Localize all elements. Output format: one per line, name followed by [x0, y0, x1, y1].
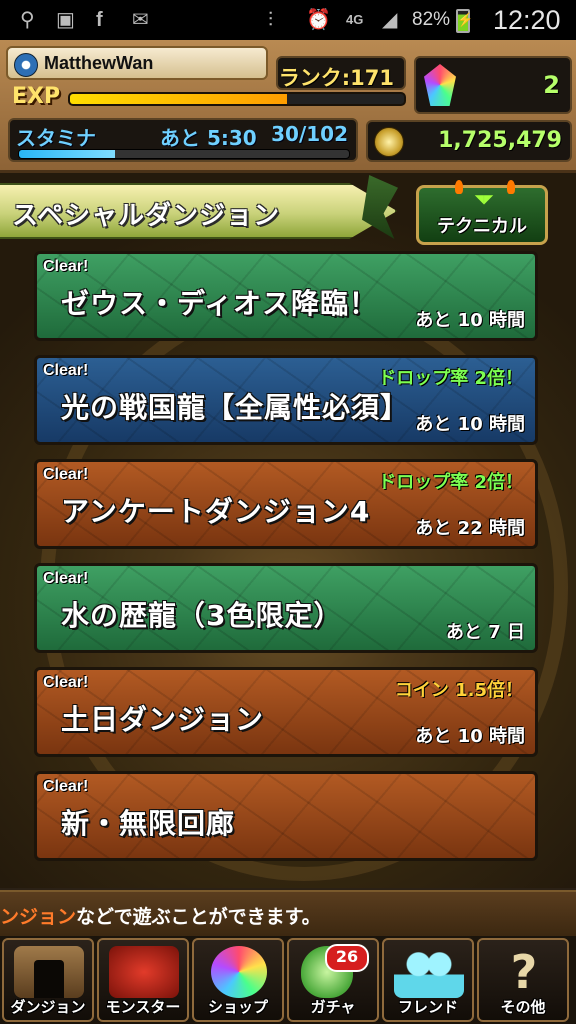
dungeon-name: 光の戦国龍【全属性必須】 [61, 391, 410, 424]
dungeon-remaining-time: あと 10 時間 [415, 310, 525, 331]
exp-label: EXP [12, 84, 61, 109]
nav-label: フレンド [397, 998, 458, 1016]
dungeon-name: 水の歴龍（3色限定） [61, 599, 343, 632]
dungeon-remaining-time: あと 22 時間 [415, 518, 525, 539]
exp-bar [68, 92, 406, 106]
avatar-icon [14, 53, 38, 77]
dungeon-remaining-time: あと 10 時間 [415, 414, 525, 435]
dungeon-item[interactable]: Clear! ドロップ率 2倍！ 光の戦国龍【全属性必須】 あと 10 時間 [34, 355, 538, 445]
stamina-panel: スタミナ あと 5:30 30/102 [8, 118, 358, 162]
coin-panel: 1,725,479 [366, 120, 572, 162]
section-title-banner: スペシャルダンジョン [0, 183, 397, 239]
nav-gacha-button[interactable]: 26 ガチャ [287, 938, 379, 1022]
nav-label: ガチャ [310, 998, 356, 1016]
bottom-nav: ダンジョン モンスター ショップ 26 ガチャ フレンド ? その他 [0, 936, 576, 1024]
vibrate-icon: ⫶ [268, 9, 273, 31]
rank-panel: ランク:171 [276, 56, 406, 90]
dungeon-name: 土日ダンジョン [61, 703, 265, 736]
dungeon-item[interactable]: Clear! 水の歴龍（3色限定） あと 7 日 [34, 563, 538, 653]
status-bar: ⚲ ▣ f ✉ ⫶ ⏰ 4G ◢ 82% 12:20 [0, 0, 576, 40]
nav-monster-button[interactable]: モンスター [97, 938, 189, 1022]
dungeon-item[interactable]: Clear! 新・無限回廊 [34, 771, 538, 861]
coin-icon [374, 127, 404, 157]
dungeon-remaining-time: あと 7 日 [445, 622, 525, 643]
stamina-bar-fill [19, 150, 115, 158]
image-icon: ▣ [56, 9, 75, 31]
usb-icon: ⚲ [20, 9, 35, 31]
dragon-icon [362, 175, 398, 239]
stamina-recovery-time: あと 5:30 [160, 126, 257, 150]
stamina-value: 30/102 [271, 122, 348, 146]
battery-icon [456, 9, 473, 33]
clear-label: Clear! [43, 466, 89, 483]
nav-shop-button[interactable]: ショップ [192, 938, 284, 1022]
clear-label: Clear! [43, 674, 89, 691]
player-name: MatthewWan [44, 53, 154, 73]
clear-label: Clear! [43, 778, 89, 795]
monster-icon [109, 946, 179, 998]
nav-dungeon-button[interactable]: ダンジョン [2, 938, 94, 1022]
section-title: スペシャルダンジョン [12, 201, 281, 231]
dungeon-name: ゼウス・ディオス降臨！ [61, 287, 379, 320]
gem-shop-icon [211, 946, 267, 998]
dungeon-name: 新・無限回廊 [61, 807, 236, 840]
dungeon-item[interactable]: Clear! ゼウス・ディオス降臨！ あと 10 時間 [34, 251, 538, 341]
ticker-body: などで遊ぶことができます。 [76, 906, 321, 928]
nav-other-button[interactable]: ? その他 [477, 938, 569, 1022]
stamina-label: スタミナ [16, 126, 96, 150]
dungeon-item[interactable]: Clear! ドロップ率 2倍！ アンケートダンジョン4 あと 22 時間 [34, 459, 538, 549]
dungeon-name: アンケートダンジョン4 [61, 495, 371, 528]
nav-label: ダンジョン [10, 998, 86, 1016]
dungeon-bonus: ドロップ率 2倍！ [378, 472, 523, 493]
player-status-header: MatthewWan ランク:171 EXP 2 スタミナ あと 5:30 30… [0, 40, 576, 173]
torch-icon [455, 180, 463, 194]
coin-count: 1,725,479 [438, 128, 562, 153]
technical-button-label: テクニカル [437, 216, 527, 237]
info-ticker: ンジョンなどで遊ぶことができます。 [0, 890, 576, 938]
dungeon-list-area: スペシャルダンジョン ◥◤ テクニカル Clear! ゼウス・ディオス降臨！ あ… [0, 173, 576, 888]
mail-icon: ✉ [132, 9, 149, 31]
nav-label: ショップ [207, 998, 268, 1016]
gacha-count-badge: 26 [325, 944, 369, 972]
clear-label: Clear! [43, 570, 89, 587]
facebook-icon: f [96, 9, 103, 31]
ticker-highlight: ンジョン [0, 906, 77, 928]
clock: 12:20 [493, 5, 561, 35]
battery-percent: 82% [412, 9, 451, 30]
exp-bar-fill [70, 94, 288, 104]
stamina-bar [18, 149, 350, 159]
question-icon: ? [510, 945, 538, 999]
friends-icon [394, 946, 464, 998]
magic-stone-panel[interactable]: 2 [414, 56, 572, 114]
dungeon-remaining-time: あと 10 時間 [415, 726, 525, 747]
alarm-icon: ⏰ [306, 9, 331, 31]
dungeon-bonus: コイン 1.5倍！ [394, 680, 523, 701]
ticker-text: ンジョンなどで遊ぶことができます。 [0, 902, 321, 929]
dungeon-gate-icon [14, 946, 84, 998]
rank-label: ランク:171 [278, 66, 394, 90]
nav-label: その他 [500, 998, 546, 1016]
signal-icon: ◢ [382, 9, 398, 31]
dungeon-item[interactable]: Clear! コイン 1.5倍！ 土日ダンジョン あと 10 時間 [34, 667, 538, 757]
demon-eyes-icon: ◥◤ [474, 192, 494, 206]
network-type: 4G [346, 12, 364, 27]
nav-label: モンスター [105, 998, 181, 1016]
clear-label: Clear! [43, 362, 89, 379]
magic-stone-count: 2 [543, 71, 560, 99]
magic-stone-icon [424, 64, 456, 106]
technical-button[interactable]: ◥◤ テクニカル [416, 180, 548, 245]
player-name-panel[interactable]: MatthewWan [6, 46, 268, 80]
clear-label: Clear! [43, 258, 89, 275]
nav-friend-button[interactable]: フレンド [382, 938, 474, 1022]
torch-icon [507, 180, 515, 194]
